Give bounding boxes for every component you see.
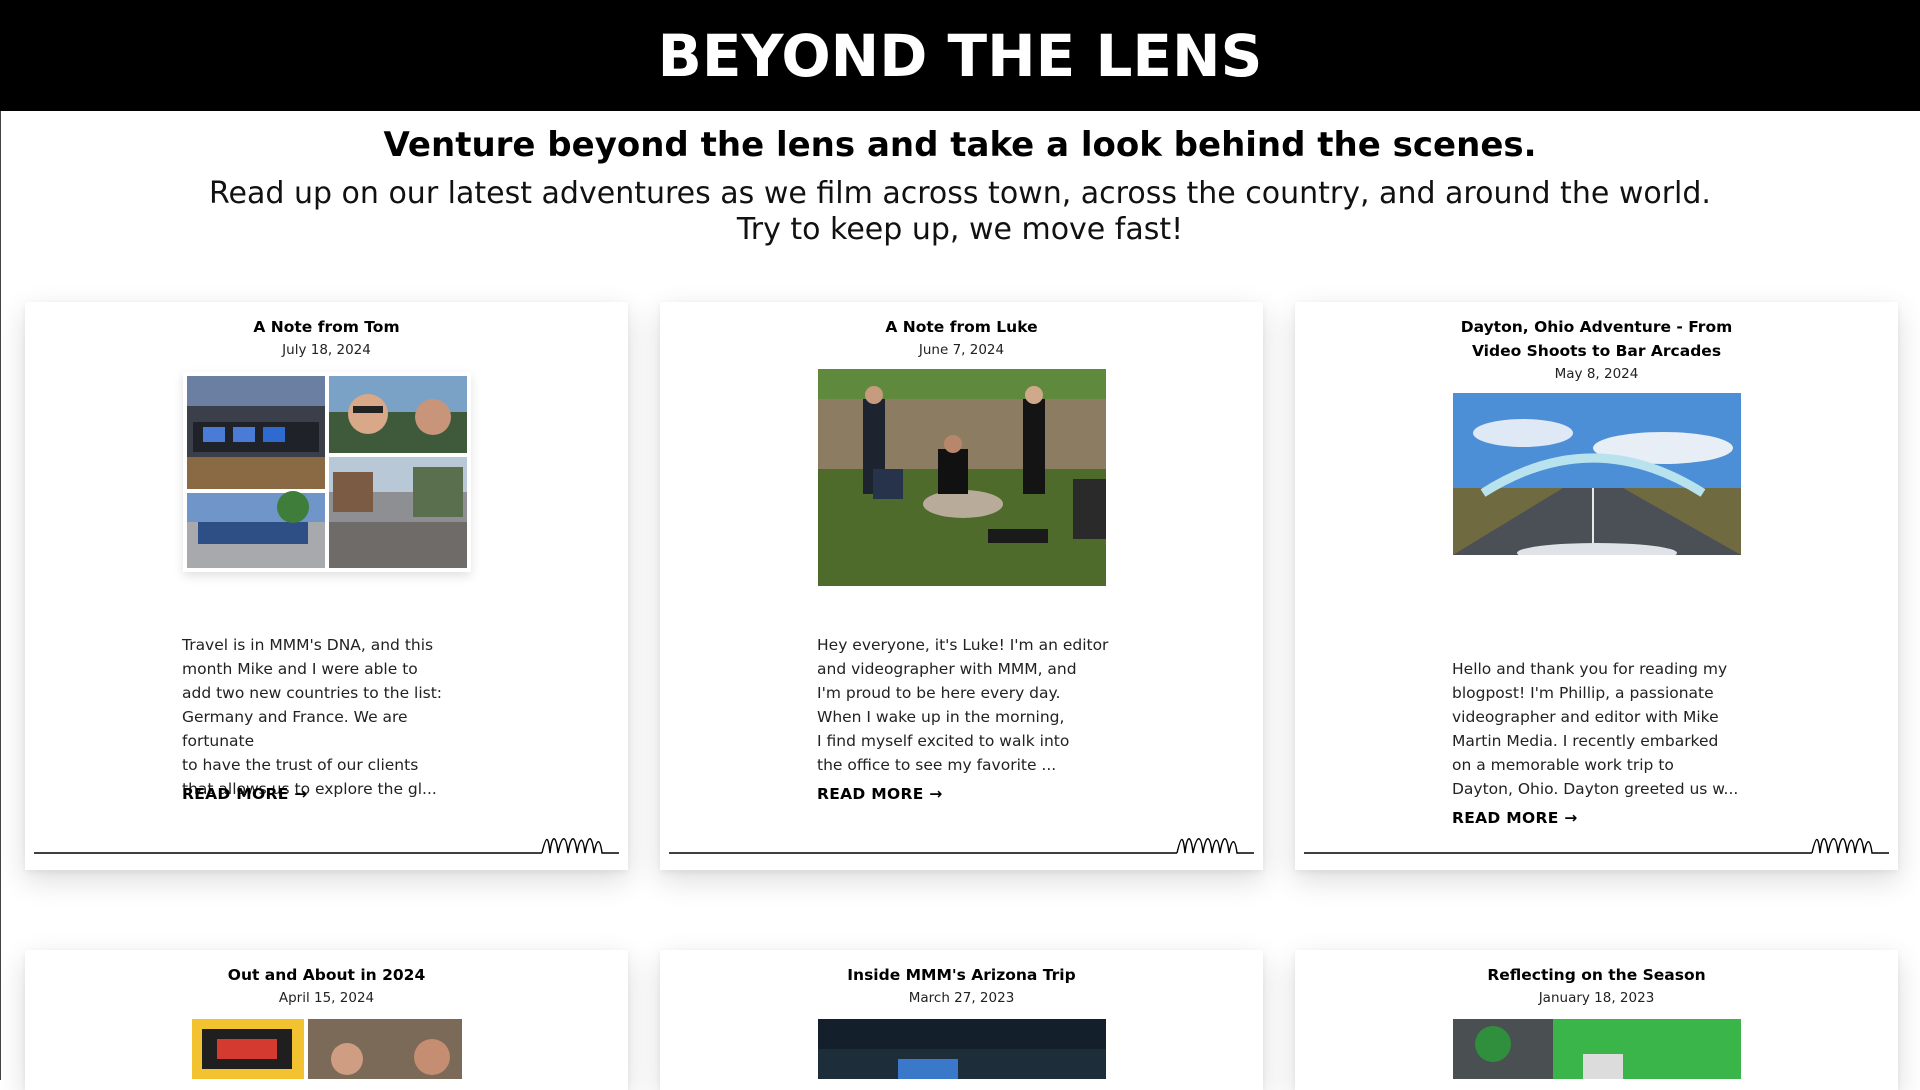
post-thumbnail[interactable]: [817, 369, 1106, 586]
post-date: July 18, 2024: [282, 342, 371, 358]
post-excerpt: Hey everyone, it's Luke! I'm an editor a…: [817, 633, 1117, 777]
collage-image: [191, 1019, 462, 1079]
read-more-link[interactable]: READ MORE →: [817, 785, 943, 803]
campfire-image: [817, 369, 1106, 586]
post-thumbnail[interactable]: [182, 372, 471, 572]
post-title[interactable]: Reflecting on the Season: [1447, 963, 1747, 987]
post-title[interactable]: A Note from Luke: [812, 315, 1112, 339]
read-more-link[interactable]: READ MORE →: [182, 785, 308, 803]
collage-image: [182, 372, 471, 572]
excerpt-line: When I wake up in the morning,: [817, 708, 1065, 726]
blog-card[interactable]: Out and About in 2024 April 15, 2024: [25, 950, 628, 1090]
excerpt-line: Hello and thank you for reading my: [1452, 660, 1728, 678]
green-screen-image: [1452, 1019, 1741, 1079]
post-excerpt: Hello and thank you for reading my blogp…: [1452, 657, 1752, 801]
post-date: January 18, 2023: [1538, 990, 1655, 1006]
excerpt-line: the office to see my favorite ...: [817, 756, 1057, 774]
post-excerpt: Travel is in MMM's DNA, and this month M…: [182, 633, 482, 801]
excerpt-line: Martin Media. I recently embarked: [1452, 732, 1719, 750]
excerpt-line: and videographer with MMM, and: [817, 660, 1077, 678]
post-title[interactable]: Inside MMM's Arizona Trip: [812, 963, 1112, 987]
post-date: March 27, 2023: [908, 990, 1015, 1006]
excerpt-line: Travel is in MMM's DNA, and this: [182, 636, 434, 654]
signature-line: [669, 838, 1254, 854]
post-thumbnail[interactable]: [817, 1019, 1106, 1079]
post-thumbnail[interactable]: [1452, 1019, 1741, 1079]
excerpt-line: month Mike and I were able to: [182, 660, 418, 678]
left-border: [0, 111, 1, 1080]
post-title[interactable]: A Note from Tom: [177, 315, 477, 339]
post-thumbnail[interactable]: [191, 1019, 462, 1079]
road-arch-image: [1452, 393, 1741, 555]
blog-card[interactable]: A Note from Tom July 18, 2024 Travel is …: [25, 302, 628, 870]
excerpt-line: on a memorable work trip to: [1452, 756, 1674, 774]
post-title[interactable]: Dayton, Ohio Adventure - From Video Shoo…: [1447, 315, 1747, 363]
intro-line-2: Try to keep up, we move fast!: [736, 211, 1184, 247]
excerpt-line: I'm proud to be here every day.: [817, 684, 1061, 702]
post-thumbnail[interactable]: [1452, 393, 1741, 555]
excerpt-line: add two new countries to the list:: [182, 684, 443, 702]
intro-line-1: Read up on our latest adventures as we f…: [209, 175, 1711, 211]
page-title: BEYOND THE LENS: [657, 21, 1263, 90]
signature-line: [1304, 838, 1889, 854]
intro-text: Read up on our latest adventures as we f…: [0, 176, 1920, 248]
signature-line: [34, 838, 619, 854]
read-more-link[interactable]: READ MORE →: [1452, 809, 1578, 827]
post-date: June 7, 2024: [918, 342, 1005, 358]
blog-card[interactable]: A Note from Luke June 7, 2024 Hey everyo…: [660, 302, 1263, 870]
excerpt-line: Dayton, Ohio. Dayton greeted us w...: [1452, 780, 1739, 798]
post-title[interactable]: Out and About in 2024: [177, 963, 477, 987]
blog-card[interactable]: Dayton, Ohio Adventure - From Video Shoo…: [1295, 302, 1898, 870]
site-header: BEYOND THE LENS: [0, 0, 1920, 111]
excerpt-line: Germany and France. We are fortunate: [182, 708, 408, 750]
blog-card[interactable]: Reflecting on the Season January 18, 202…: [1295, 950, 1898, 1090]
excerpt-line: blogpost! I'm Phillip, a passionate: [1452, 684, 1714, 702]
post-date: May 8, 2024: [1554, 366, 1639, 382]
excerpt-line: to have the trust of our clients: [182, 756, 419, 774]
blog-card[interactable]: Inside MMM's Arizona Trip March 27, 2023: [660, 950, 1263, 1090]
night-image: [817, 1019, 1106, 1079]
post-date: April 15, 2024: [278, 990, 375, 1006]
intro-section: Venture beyond the lens and take a look …: [0, 125, 1920, 248]
excerpt-line: videographer and editor with Mike: [1452, 708, 1719, 726]
tagline: Venture beyond the lens and take a look …: [383, 125, 1537, 165]
excerpt-line: Hey everyone, it's Luke! I'm an editor: [817, 636, 1109, 654]
excerpt-line: I find myself excited to walk into: [817, 732, 1070, 750]
